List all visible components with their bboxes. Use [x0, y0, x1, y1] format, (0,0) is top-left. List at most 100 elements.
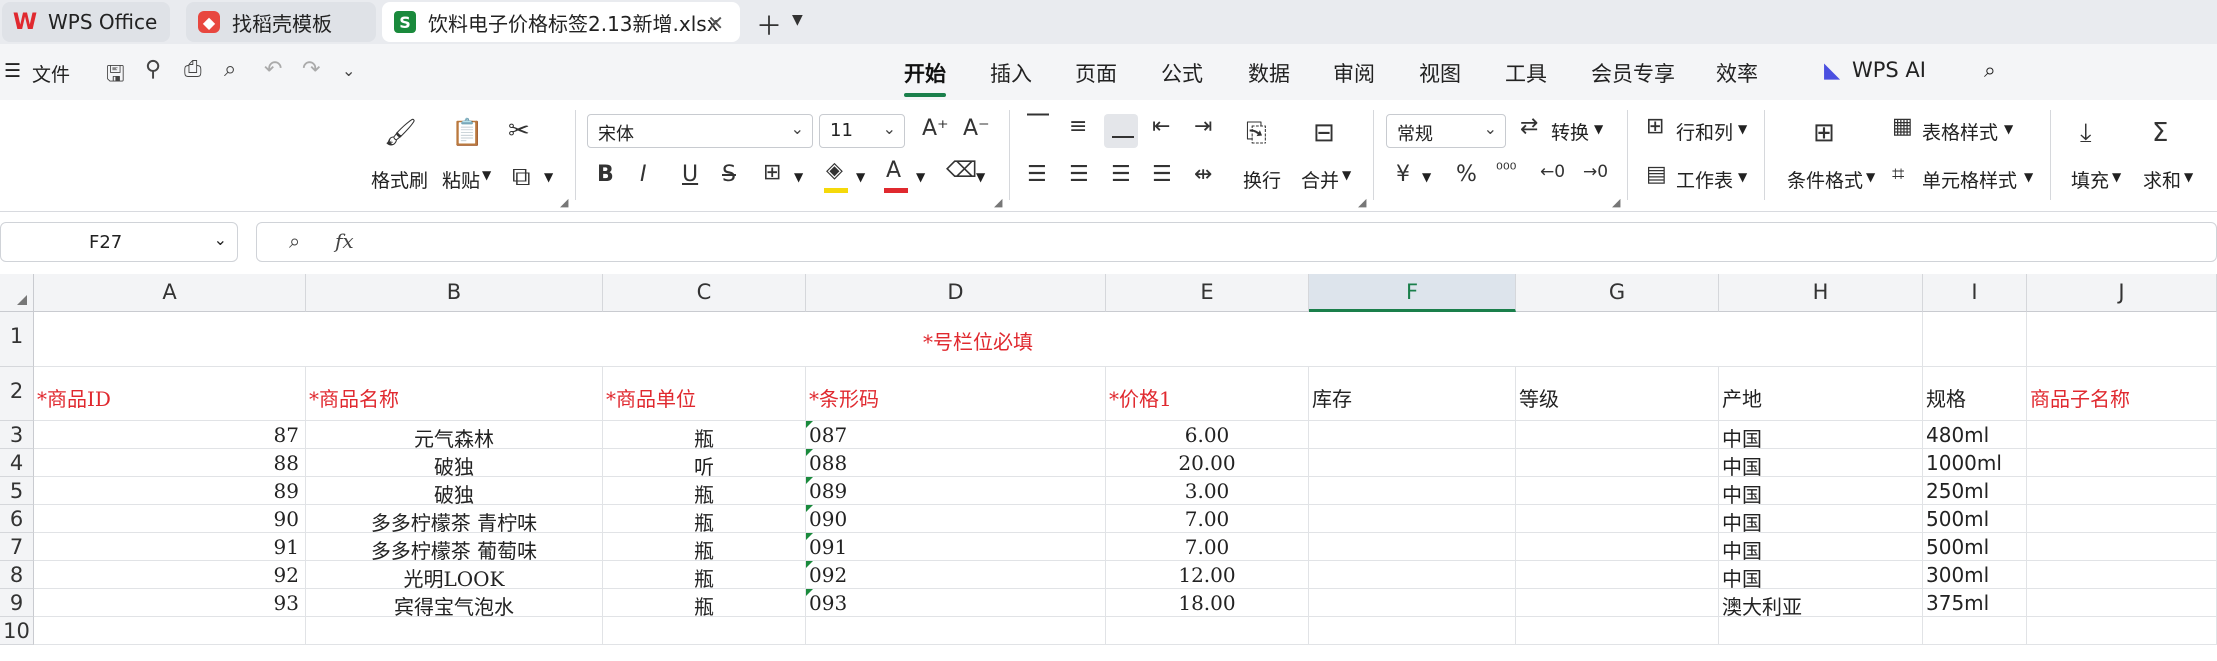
- header-cell[interactable]: 产地: [1719, 367, 1923, 421]
- header-cell[interactable]: *商品单位: [603, 367, 806, 421]
- worksheet-button[interactable]: 工作表: [1676, 166, 1733, 193]
- increase-decimal-icon[interactable]: ←0: [1540, 162, 1565, 182]
- table-cell[interactable]: 澳大利亚: [1719, 589, 1923, 617]
- select-all-corner[interactable]: [0, 274, 34, 312]
- table-cell[interactable]: 破独: [306, 477, 603, 505]
- cell[interactable]: [1923, 312, 2027, 367]
- table-cell[interactable]: 090: [806, 505, 1106, 533]
- hamburger-icon[interactable]: ☰: [4, 60, 21, 82]
- row-header-6[interactable]: 6: [0, 505, 34, 533]
- table-cell[interactable]: 7.00: [1106, 533, 1309, 561]
- table-cell[interactable]: 瓶: [603, 477, 806, 505]
- cell-style-button[interactable]: 单元格样式: [1922, 166, 2017, 193]
- chevron-down-icon[interactable]: ▼: [1594, 122, 1603, 136]
- tab-page[interactable]: 页面: [1075, 58, 1117, 88]
- chevron-down-icon[interactable]: ▼: [856, 170, 865, 184]
- column-header-h[interactable]: H: [1719, 274, 1923, 312]
- table-cell[interactable]: 瓶: [603, 505, 806, 533]
- tab-home[interactable]: 开始: [904, 58, 946, 88]
- indent-icon[interactable]: ⇥: [1194, 114, 1212, 139]
- conditional-format-button[interactable]: 条件格式: [1787, 166, 1863, 193]
- chevron-down-icon[interactable]: ⌄: [342, 61, 355, 80]
- column-header-c[interactable]: C: [603, 274, 806, 312]
- table-cell[interactable]: 500ml: [1923, 505, 2027, 533]
- table-cell[interactable]: [1719, 617, 1923, 645]
- header-cell[interactable]: 规格: [1923, 367, 2027, 421]
- align-center-icon[interactable]: ☰: [1069, 162, 1089, 187]
- align-top-icon[interactable]: ⎺: [1027, 112, 1049, 137]
- table-cell[interactable]: 中国: [1719, 533, 1923, 561]
- tab-view[interactable]: 视图: [1419, 58, 1461, 88]
- column-header-e[interactable]: E: [1106, 274, 1309, 312]
- table-cell[interactable]: 18.00: [1106, 589, 1309, 617]
- chevron-down-icon[interactable]: ▼: [544, 170, 553, 184]
- chevron-down-icon[interactable]: ▼: [2024, 170, 2033, 184]
- table-cell[interactable]: 瓶: [603, 589, 806, 617]
- table-cell[interactable]: 多多柠檬茶 葡萄味: [306, 533, 603, 561]
- table-cell[interactable]: 听: [603, 449, 806, 477]
- column-header-f[interactable]: F: [1309, 274, 1516, 312]
- search-icon[interactable]: ⌕: [1984, 58, 1996, 83]
- table-style-button[interactable]: 表格样式: [1922, 118, 1998, 145]
- table-cell[interactable]: 093: [806, 589, 1106, 617]
- table-cell[interactable]: [1309, 421, 1516, 449]
- table-cell[interactable]: [1516, 477, 1719, 505]
- table-cell[interactable]: 091: [806, 533, 1106, 561]
- align-middle-icon[interactable]: ≡: [1069, 114, 1087, 139]
- table-cell[interactable]: [2027, 505, 2217, 533]
- table-cell[interactable]: 中国: [1719, 561, 1923, 589]
- header-cell[interactable]: 等级: [1516, 367, 1719, 421]
- table-cell[interactable]: 250ml: [1923, 477, 2027, 505]
- bold-icon[interactable]: B: [597, 162, 614, 187]
- table-cell[interactable]: [1309, 449, 1516, 477]
- table-cell[interactable]: 87: [34, 421, 306, 449]
- cell[interactable]: [2027, 312, 2217, 367]
- tab-formula[interactable]: 公式: [1161, 58, 1203, 88]
- table-cell[interactable]: 多多柠檬茶 青柠味: [306, 505, 603, 533]
- table-cell[interactable]: [1516, 421, 1719, 449]
- table-cell[interactable]: [2027, 477, 2217, 505]
- column-header-b[interactable]: B: [306, 274, 603, 312]
- column-header-a[interactable]: A: [34, 274, 306, 312]
- tab-tools[interactable]: 工具: [1505, 58, 1547, 88]
- table-cell[interactable]: [1106, 617, 1309, 645]
- table-cell[interactable]: 中国: [1719, 421, 1923, 449]
- table-cell[interactable]: 089: [806, 477, 1106, 505]
- table-cell[interactable]: [2027, 561, 2217, 589]
- title-cell[interactable]: *号栏位必填: [34, 312, 1923, 367]
- chevron-down-icon[interactable]: ▼: [2112, 170, 2121, 184]
- table-cell[interactable]: 500ml: [1923, 533, 2027, 561]
- table-cell[interactable]: [806, 617, 1106, 645]
- table-cell[interactable]: 12.00: [1106, 561, 1309, 589]
- tab-wps-office[interactable]: W WPS Office: [2, 2, 170, 42]
- tab-review[interactable]: 审阅: [1333, 58, 1375, 88]
- table-cell[interactable]: [1309, 533, 1516, 561]
- chevron-down-icon[interactable]: ▼: [916, 170, 925, 184]
- save-icon[interactable]: 🖫: [106, 57, 125, 95]
- table-cell[interactable]: [2027, 533, 2217, 561]
- new-tab-icon[interactable]: ＋: [756, 6, 782, 43]
- font-size-select[interactable]: 11 ⌄: [819, 114, 905, 148]
- chevron-down-icon[interactable]: ▼: [1738, 122, 1747, 136]
- row-header-1[interactable]: 1: [0, 312, 34, 367]
- undo-icon[interactable]: ↶: [264, 57, 282, 82]
- chevron-down-icon[interactable]: ▼: [976, 170, 985, 184]
- tab-docer[interactable]: ◆ 找稻壳模板: [186, 2, 376, 42]
- table-cell[interactable]: 088: [806, 449, 1106, 477]
- table-cell[interactable]: 3.00: [1106, 477, 1309, 505]
- row-header-5[interactable]: 5: [0, 477, 34, 505]
- column-header-i[interactable]: I: [1923, 274, 2027, 312]
- tab-efficiency[interactable]: 效率: [1716, 58, 1758, 88]
- table-cell[interactable]: 1000ml: [1923, 449, 2027, 477]
- thousands-separator-icon[interactable]: ⁰⁰⁰: [1496, 160, 1516, 180]
- table-cell[interactable]: 瓶: [603, 421, 806, 449]
- decrease-decimal-icon[interactable]: →0: [1583, 162, 1608, 182]
- number-format-select[interactable]: 常规 ⌄: [1386, 114, 1506, 148]
- formula-input[interactable]: ⌕ fx: [256, 222, 2217, 262]
- copy-icon[interactable]: ⧉: [512, 162, 531, 193]
- chevron-down-icon[interactable]: ▼: [2004, 122, 2013, 136]
- chevron-down-icon[interactable]: ▼: [1866, 170, 1875, 184]
- table-cell[interactable]: 88: [34, 449, 306, 477]
- table-cell[interactable]: [1923, 617, 2027, 645]
- table-cell[interactable]: [1516, 617, 1719, 645]
